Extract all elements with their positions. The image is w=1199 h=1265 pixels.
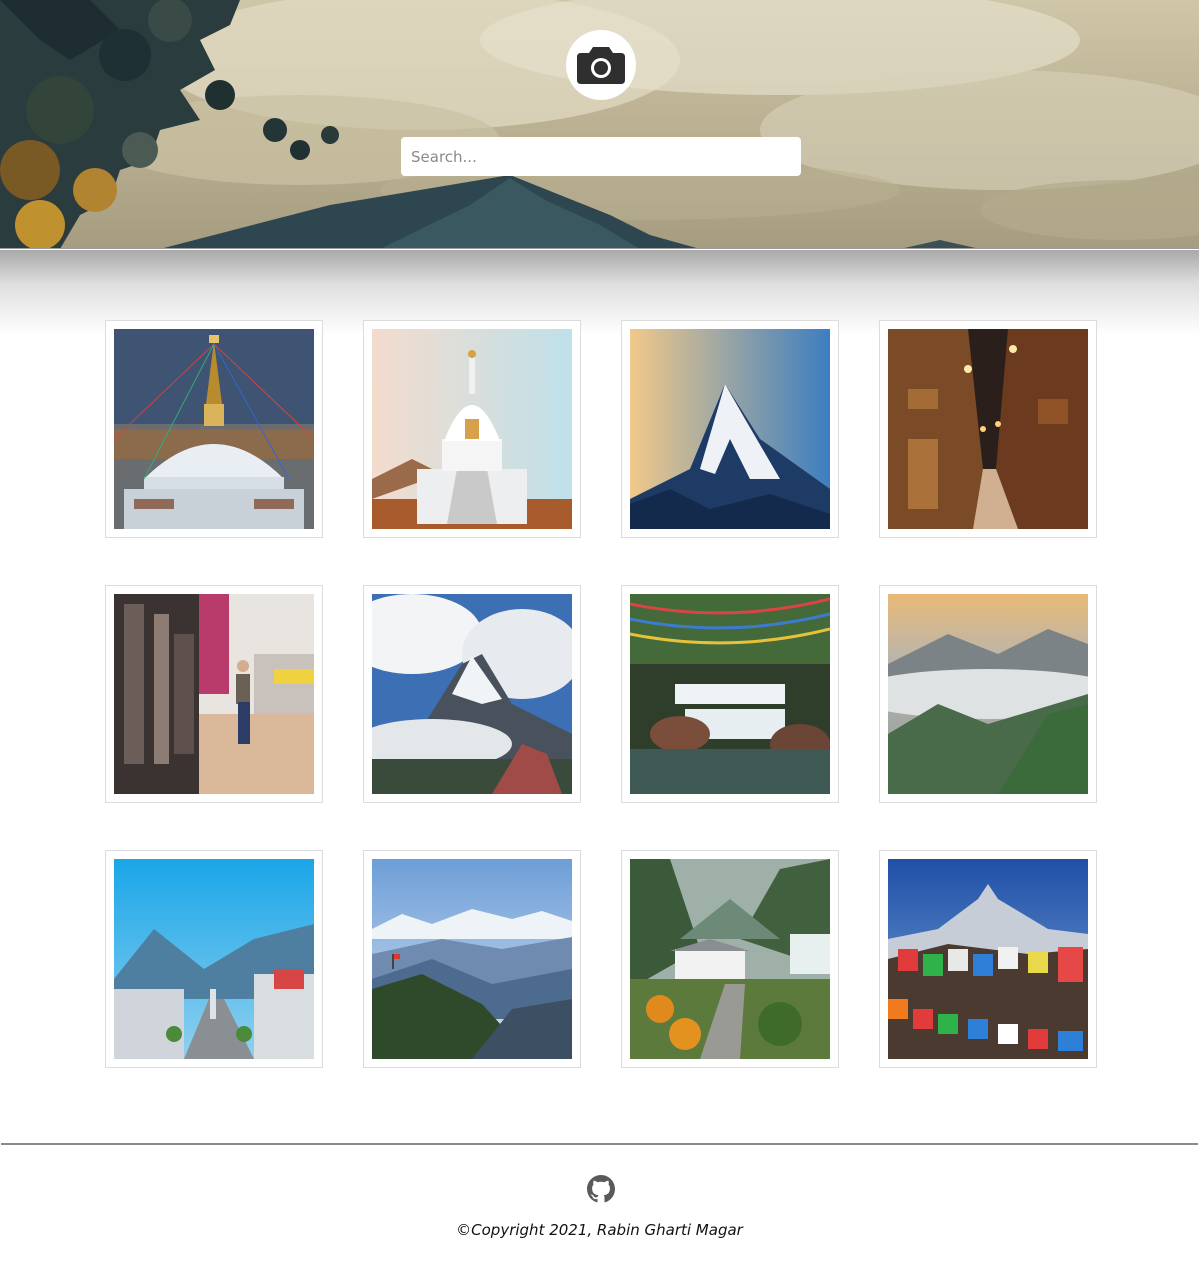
gallery-card[interactable] [879, 585, 1097, 803]
gallery-card[interactable] [621, 585, 839, 803]
logo-badge [566, 30, 636, 100]
hero-banner [0, 0, 1199, 249]
gallery-card[interactable] [105, 585, 323, 803]
gallery-photo-misty-valley[interactable] [888, 594, 1088, 794]
gallery-photo-waterfall[interactable] [630, 594, 830, 794]
gallery-photo-mountain-village[interactable] [630, 859, 830, 1059]
gallery-card[interactable] [621, 850, 839, 1068]
footer-divider [1, 1143, 1198, 1145]
gallery-card[interactable] [879, 320, 1097, 538]
gallery-card[interactable] [363, 585, 581, 803]
copyright-text: ©Copyright 2021, Rabin Gharti Magar [0, 1221, 1199, 1239]
gallery-card[interactable] [621, 320, 839, 538]
gallery-photo-street-market[interactable] [114, 594, 314, 794]
gallery-photo-pagoda[interactable] [372, 329, 572, 529]
gallery-photo-city-valley[interactable] [114, 859, 314, 1059]
gallery-photo-cloud-mountain[interactable] [372, 594, 572, 794]
gallery-card[interactable] [363, 850, 581, 1068]
gallery-photo-himalaya-range[interactable] [372, 859, 572, 1059]
gallery-photo-stupa[interactable] [114, 329, 314, 529]
gallery-card[interactable] [879, 850, 1097, 1068]
copyright-symbol: © [456, 1221, 472, 1239]
gallery-card[interactable] [105, 850, 323, 1068]
gallery-card[interactable] [363, 320, 581, 538]
gallery-photo-prayer-flags[interactable] [888, 859, 1088, 1059]
search-input[interactable] [401, 137, 801, 176]
photo-gallery [105, 320, 1097, 1068]
gallery-photo-snow-peak[interactable] [630, 329, 830, 529]
copyright-label: Copyright 2021, Rabin Gharti Magar [471, 1221, 743, 1239]
gallery-card[interactable] [105, 320, 323, 538]
gallery-photo-night-alley[interactable] [888, 329, 1088, 529]
camera-icon [577, 47, 625, 84]
github-icon[interactable] [587, 1175, 615, 1203]
